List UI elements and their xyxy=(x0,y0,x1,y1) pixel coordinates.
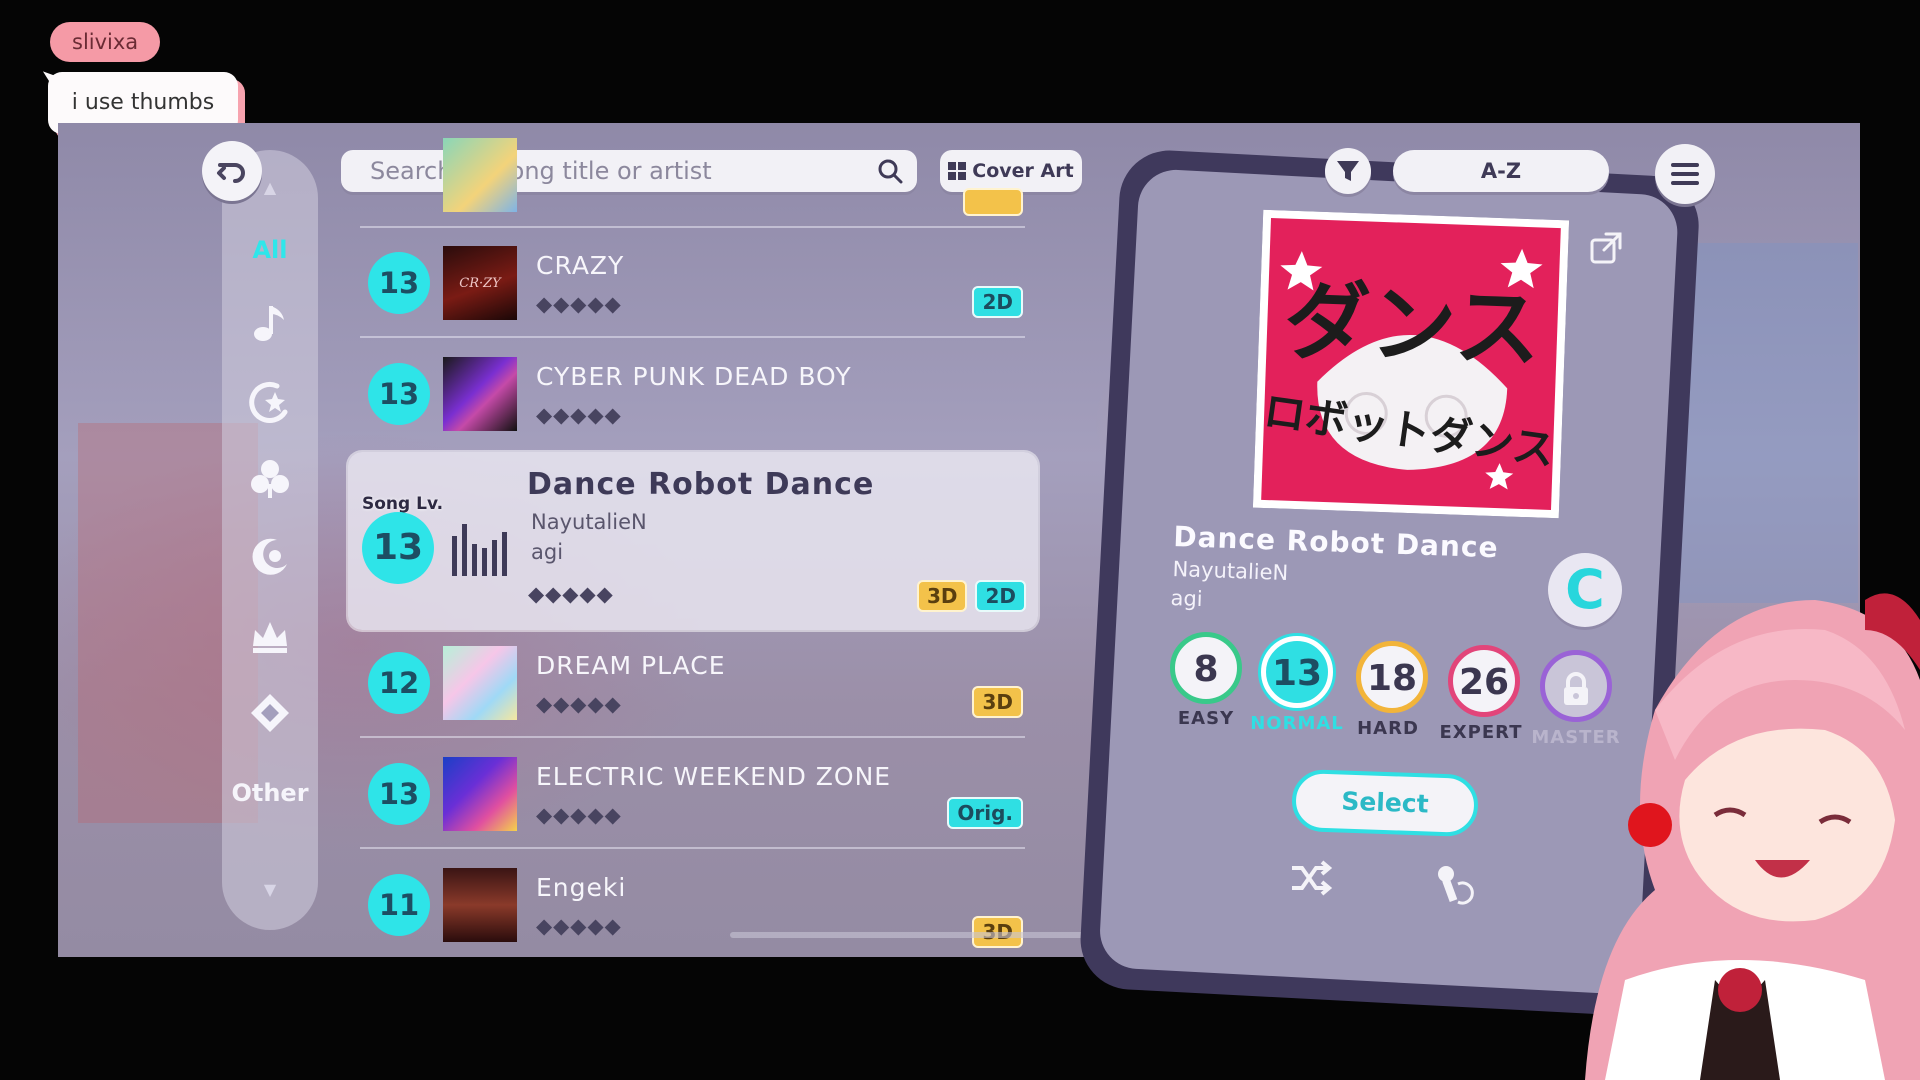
sidebar-item-other[interactable]: Other xyxy=(222,779,318,807)
song-title: Engeki xyxy=(536,873,627,902)
song-jacket xyxy=(443,138,517,212)
difficulty-dots: ◆◆◆◆◆ xyxy=(536,914,622,938)
filter-button[interactable] xyxy=(1325,148,1371,194)
difficulty-dots: ◆◆◆◆◆ xyxy=(536,292,622,316)
song-jacket xyxy=(443,357,517,431)
song-jacket xyxy=(443,646,517,720)
song-title: DREAM PLACE xyxy=(536,651,726,680)
sidebar-scroll-up-icon[interactable]: ▲ xyxy=(222,178,318,197)
moon-icon xyxy=(252,538,287,575)
song-level-badge: 13 xyxy=(368,252,430,314)
chat-username-badge: slivixa xyxy=(50,22,161,62)
spark-icon xyxy=(249,381,288,423)
filter-icon xyxy=(1337,161,1359,181)
sidebar-item-vbs[interactable] xyxy=(222,534,318,584)
song-level-label: Song Lv. xyxy=(362,494,444,514)
select-button[interactable]: Select xyxy=(1290,768,1480,838)
microphone-icon[interactable] xyxy=(1432,862,1476,906)
song-jacket xyxy=(443,868,517,942)
song-level-badge: 12 xyxy=(368,652,430,714)
difficulty-level: 8 xyxy=(1193,649,1219,690)
song-level-badge: 13 xyxy=(362,512,434,584)
difficulty-dots: ◆◆◆◆◆ xyxy=(536,803,622,827)
song-artist: NayutalieN xyxy=(531,510,647,534)
sidebar-item-leo-need[interactable] xyxy=(222,378,318,428)
difficulty-dots: ◆◆◆◆◆ xyxy=(528,582,614,606)
difficulty-dots: ◆◆◆◆◆ xyxy=(536,692,622,716)
song-level-badge: 13 xyxy=(368,763,430,825)
tag-3d-badge: 3D xyxy=(916,580,968,612)
difficulty-level: 26 xyxy=(1458,662,1510,703)
detail-song-artist: NayutalieN xyxy=(1172,557,1289,586)
song-row[interactable]: 13 CR·ZY CRAZY ◆◆◆◆◆ 2D xyxy=(360,228,1025,338)
menu-icon xyxy=(1671,163,1699,167)
svg-text:ダンス: ダンス xyxy=(1283,272,1543,381)
music-note-icon xyxy=(254,306,284,341)
shuffle-icon[interactable] xyxy=(1288,858,1332,898)
song-jacket xyxy=(443,757,517,831)
sidebar-item-mmj[interactable] xyxy=(222,456,318,506)
difficulty-expert-label: EXPERT xyxy=(1439,722,1523,743)
song-row[interactable]: 12 DREAM PLACE ◆◆◆◆◆ 3D xyxy=(360,628,1025,738)
difficulty-dots: ◆◆◆◆◆ xyxy=(536,403,622,427)
menu-button[interactable] xyxy=(1655,144,1715,204)
sidebar-item-25ji[interactable] xyxy=(222,690,318,740)
song-jacket-large: ダンス ロボットダンス xyxy=(1252,209,1570,519)
sort-button[interactable]: A-Z xyxy=(1393,150,1609,192)
sidebar-item-music[interactable] xyxy=(222,300,318,348)
song-row-partial[interactable] xyxy=(360,128,1025,228)
selected-song-row[interactable]: Song Lv. 13 Dance Robot Dance NayutalieN… xyxy=(348,452,1038,630)
tag-2d-badge: 2D xyxy=(972,286,1023,318)
song-title: CYBER PUNK DEAD BOY xyxy=(536,362,852,391)
song-jacket: CR·ZY xyxy=(443,246,517,320)
audio-preview-icon xyxy=(452,524,507,576)
song-author: agi xyxy=(531,540,564,564)
difficulty-hard-button[interactable]: 18 xyxy=(1356,641,1428,713)
crown-icon xyxy=(253,622,287,653)
share-icon[interactable] xyxy=(1588,230,1624,266)
tag-3d-badge: 3D xyxy=(972,686,1023,718)
song-title: Dance Robot Dance xyxy=(527,467,875,502)
difficulty-normal-button[interactable]: 13 xyxy=(1261,636,1333,708)
song-title: ELECTRIC WEEKEND ZONE xyxy=(536,762,892,791)
sidebar-item-wxs[interactable] xyxy=(222,612,318,662)
clover-icon xyxy=(251,460,289,498)
song-level-badge: 13 xyxy=(368,363,430,425)
difficulty-level: 13 xyxy=(1271,653,1323,694)
tag-badge xyxy=(963,188,1023,216)
detail-song-author: agi xyxy=(1170,586,1204,612)
song-row[interactable]: 13 CYBER PUNK DEAD BOY ◆◆◆◆◆ xyxy=(360,339,1025,449)
difficulty-level: 18 xyxy=(1366,658,1418,699)
vtuber-avatar xyxy=(1585,593,1920,1080)
song-level-badge: 11 xyxy=(368,874,430,936)
sidebar-item-all[interactable]: All xyxy=(222,236,318,264)
tag-2d-badge: 2D xyxy=(975,580,1026,612)
diamond-icon xyxy=(251,694,289,732)
tag-original-badge: Orig. xyxy=(947,797,1023,829)
difficulty-easy-button[interactable]: 8 xyxy=(1170,632,1242,704)
difficulty-expert-button[interactable]: 26 xyxy=(1448,645,1520,717)
song-title: CRAZY xyxy=(536,251,625,280)
sidebar-scroll-down-icon[interactable]: ▼ xyxy=(222,880,318,899)
song-row[interactable]: 13 ELECTRIC WEEKEND ZONE ◆◆◆◆◆ Orig. xyxy=(360,739,1025,849)
